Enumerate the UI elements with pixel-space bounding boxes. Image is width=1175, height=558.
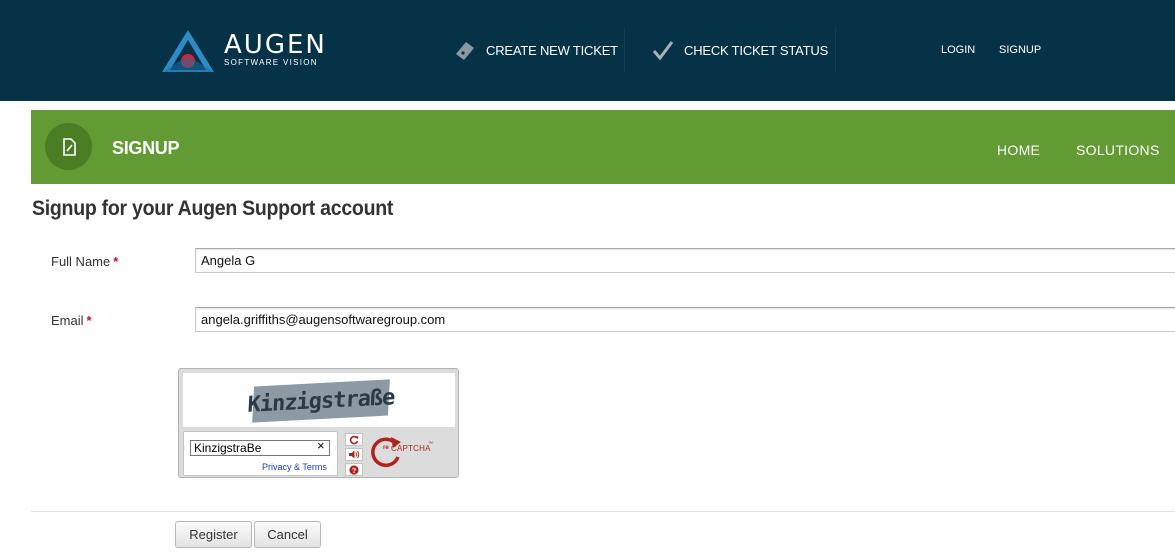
- signup-link[interactable]: SIGNUP: [999, 44, 1041, 56]
- full-name-label-text: Full Name: [51, 254, 111, 269]
- solutions-link[interactable]: SOLUTIONS: [1076, 142, 1160, 158]
- recaptcha-logo-text: CAPTCHA: [391, 444, 431, 453]
- captcha-entry-box: × Privacy & Terms: [183, 431, 338, 476]
- email-label-text: Email: [51, 313, 84, 328]
- ticket-icon: [454, 40, 476, 60]
- form-divider: [31, 511, 1175, 512]
- reload-icon: [349, 435, 359, 444]
- recaptcha-widget: Kinzigstraße × Privacy & Terms ? re CAPT…: [178, 368, 459, 478]
- top-header: AUGEN SOFTWARE VISION CREATE NEW TICKET …: [0, 0, 1175, 101]
- augen-logo-icon: [162, 30, 214, 72]
- page-title: Signup for your Augen Support account: [32, 197, 394, 220]
- email-label: Email *: [51, 313, 92, 328]
- nav-separator: [835, 28, 836, 72]
- email-input[interactable]: [195, 307, 1175, 332]
- captcha-challenge-image: Kinzigstraße: [183, 373, 455, 427]
- register-button[interactable]: Register: [175, 521, 252, 548]
- captcha-challenge-word: Kinzigstraße: [247, 379, 395, 423]
- checkmark-icon: [652, 40, 674, 60]
- required-marker: *: [86, 313, 92, 328]
- logo-tagline: SOFTWARE VISION: [224, 58, 318, 67]
- check-ticket-status-label: CHECK TICKET STATUS: [684, 42, 829, 58]
- captcha-privacy-link[interactable]: Privacy & Terms: [262, 462, 327, 472]
- nav-separator: [624, 28, 625, 72]
- recaptcha-logo-tm: ™: [428, 441, 433, 447]
- required-marker: *: [113, 254, 119, 269]
- check-ticket-status-link[interactable]: CHECK TICKET STATUS: [652, 30, 828, 70]
- banner-title: SIGNUP: [112, 138, 180, 158]
- logo-name: AUGEN: [224, 30, 327, 60]
- captcha-help-button[interactable]: ?: [345, 463, 363, 476]
- audio-icon: [348, 450, 359, 459]
- login-link[interactable]: LOGIN: [941, 44, 975, 56]
- edit-document-icon: [62, 137, 76, 156]
- captcha-clear-icon[interactable]: ×: [317, 438, 325, 453]
- captcha-response-input[interactable]: [190, 440, 330, 456]
- captcha-audio-button[interactable]: [345, 448, 363, 461]
- recaptcha-logo: re CAPTCHA ™: [371, 433, 451, 471]
- create-new-ticket-label: CREATE NEW TICKET: [486, 42, 618, 58]
- recaptcha-logo-prefix: re: [383, 445, 389, 451]
- banner-icon-circle: [45, 123, 92, 170]
- home-link[interactable]: HOME: [997, 142, 1040, 158]
- help-icon: ?: [349, 464, 359, 475]
- full-name-input[interactable]: [195, 248, 1175, 273]
- captcha-reload-button[interactable]: [345, 433, 363, 446]
- create-new-ticket-link[interactable]: CREATE NEW TICKET: [454, 30, 618, 70]
- svg-text:?: ?: [352, 468, 356, 475]
- cancel-button[interactable]: Cancel: [254, 521, 321, 548]
- page-banner: SIGNUP HOME SOLUTIONS: [31, 110, 1175, 184]
- augen-logo[interactable]: AUGEN SOFTWARE VISION: [162, 30, 342, 72]
- full-name-label: Full Name *: [51, 254, 118, 269]
